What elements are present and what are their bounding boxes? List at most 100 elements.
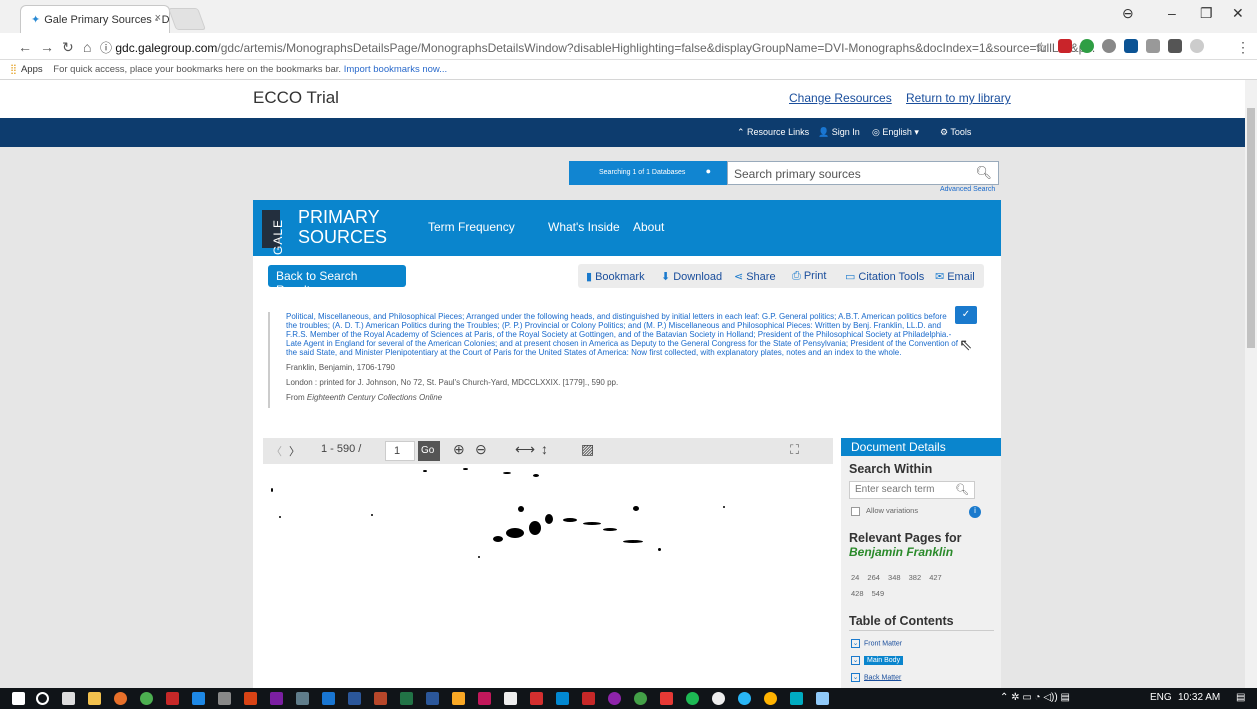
go-button[interactable]: Go	[418, 441, 440, 461]
notifications-icon[interactable]: ▤	[1236, 692, 1245, 703]
search-input[interactable]: Search primary sources 🔍︎	[727, 161, 999, 185]
return-library-link[interactable]: Return to my library	[906, 91, 1011, 105]
clock[interactable]: 10:32 AM	[1178, 692, 1220, 703]
skype-icon[interactable]	[790, 692, 803, 705]
fit-height-icon[interactable]: ↕	[541, 441, 548, 457]
sign-in-link[interactable]: 👤 Sign In	[818, 127, 860, 138]
start-icon[interactable]	[12, 692, 25, 705]
scrollbar-thumb[interactable]	[1247, 108, 1255, 348]
restore-icon[interactable]: ❐	[1200, 5, 1213, 22]
app-icon[interactable]	[452, 692, 465, 705]
app-icon[interactable]	[608, 692, 621, 705]
app-icon[interactable]	[556, 692, 569, 705]
back-to-results-button[interactable]: Back to Search Results	[268, 265, 406, 297]
pdf-extension-icon[interactable]	[1058, 39, 1072, 53]
app-icon[interactable]	[712, 692, 725, 705]
app-icon[interactable]	[816, 692, 829, 705]
citation-tools-button[interactable]: ▭ Citation Tools	[845, 270, 924, 283]
extension-icon[interactable]	[1168, 39, 1182, 53]
bookmark-button[interactable]: ▮ Bookmark	[586, 270, 645, 283]
app-icon[interactable]	[296, 692, 309, 705]
language-indicator[interactable]: ENG	[1150, 692, 1172, 703]
new-tab-button[interactable]	[167, 8, 207, 30]
page-number-input[interactable]: 1	[385, 441, 415, 461]
download-button[interactable]: ⬇ Download	[661, 270, 722, 283]
document-title[interactable]: Political, Miscellaneous, and Philosophi…	[286, 312, 958, 357]
task-view-icon[interactable]	[62, 692, 75, 705]
address-bar[interactable]: ⓘ gdc.galegroup.com/gdc/artemis/Monograp…	[100, 37, 1130, 57]
home-icon[interactable]: ⌂	[83, 39, 91, 55]
powerpoint-icon[interactable]	[374, 692, 387, 705]
extension-icon[interactable]	[1102, 39, 1116, 53]
relevant-page-links[interactable]: 24 264 348 382 427	[851, 573, 942, 582]
word-icon[interactable]	[426, 692, 439, 705]
toc-item-back-matter[interactable]: ⌄ Back Matter	[851, 673, 901, 682]
chrome-icon[interactable]	[140, 692, 153, 705]
spotify-icon[interactable]	[686, 692, 699, 705]
tools-menu[interactable]: ⚙ Tools	[940, 127, 971, 138]
next-page-icon[interactable]: 〉	[289, 443, 300, 459]
close-window-icon[interactable]: ✕	[1232, 5, 1244, 22]
zoom-out-icon[interactable]: ⊖	[475, 441, 487, 458]
app-icon[interactable]	[634, 692, 647, 705]
excel-icon[interactable]	[400, 692, 413, 705]
toc-item-front-matter[interactable]: ⌄ Front Matter	[851, 639, 902, 648]
app-icon[interactable]	[166, 692, 179, 705]
toc-item-main-body[interactable]: ⌄ Main Body	[851, 656, 904, 666]
change-resources-link[interactable]: Change Resources	[789, 91, 892, 105]
extension-icon[interactable]	[1146, 39, 1160, 53]
word-icon[interactable]	[348, 692, 361, 705]
apps-shortcut[interactable]: ⣿ Apps	[10, 64, 43, 75]
info-icon[interactable]: i	[969, 506, 981, 518]
onenote-icon[interactable]	[270, 692, 283, 705]
app-icon[interactable]	[764, 692, 777, 705]
search-icon[interactable]: 🔍︎	[955, 483, 969, 496]
allow-variations-checkbox[interactable]: Allow variations	[851, 506, 918, 516]
import-bookmarks-link[interactable]: Import bookmarks now...	[344, 64, 447, 75]
relevant-page-links[interactable]: 428 549	[851, 589, 884, 598]
email-button[interactable]: ✉ Email	[935, 270, 975, 283]
fit-width-icon[interactable]: ⟷	[515, 441, 535, 458]
database-selector[interactable]: Searching 1 of 1 Databases ●	[569, 161, 727, 185]
app-icon[interactable]	[244, 692, 257, 705]
extension-icon[interactable]	[1190, 39, 1204, 53]
forward-arrow-icon[interactable]: →	[40, 39, 54, 55]
app-icon[interactable]	[738, 692, 751, 705]
prev-page-icon[interactable]: 〈	[271, 443, 282, 459]
reload-icon[interactable]: ↻	[62, 39, 74, 56]
folder-check-icon[interactable]: ✓	[955, 306, 977, 324]
star-bookmark-icon[interactable]: ☆	[1035, 39, 1048, 56]
check-extension-icon[interactable]	[1080, 39, 1094, 53]
close-tab-icon[interactable]: ×	[155, 12, 161, 24]
menu-dots-icon[interactable]: ⋮	[1236, 39, 1250, 56]
drive-extension-icon[interactable]	[1124, 39, 1138, 53]
system-tray[interactable]: ⌃ ✲ ▭ ◔ ◁)) ▤	[1000, 692, 1070, 703]
app-icon[interactable]	[218, 692, 231, 705]
app-icon[interactable]	[582, 692, 595, 705]
resource-links-menu[interactable]: ⌃ Resource Links	[737, 127, 809, 138]
browser-tab[interactable]: ✦ Gale Primary Sources - D ×	[20, 5, 170, 33]
profile-icon[interactable]: ⊖	[1122, 5, 1134, 22]
app-icon[interactable]	[322, 692, 335, 705]
search-icon[interactable]: 🔍︎	[975, 165, 992, 181]
about-link[interactable]: About	[633, 220, 664, 234]
filezilla-icon[interactable]	[660, 692, 673, 705]
info-icon[interactable]: ⓘ	[100, 41, 115, 55]
search-within-input[interactable]: Enter search term 🔍︎	[849, 481, 975, 499]
primary-sources-logo[interactable]: PRIMARY SOURCES	[298, 207, 387, 247]
firefox-icon[interactable]	[114, 692, 127, 705]
image-icon[interactable]: ▨	[581, 441, 594, 458]
whats-inside-link[interactable]: What's Inside	[548, 220, 620, 234]
share-button[interactable]: ⋖ Share	[734, 270, 776, 283]
document-details-header[interactable]: Document Details	[841, 438, 1001, 456]
zoom-in-icon[interactable]: ⊕	[453, 441, 465, 458]
app-icon[interactable]	[504, 692, 517, 705]
fullscreen-icon[interactable]: ⛶	[790, 442, 799, 458]
app-icon[interactable]	[478, 692, 491, 705]
back-arrow-icon[interactable]: ←	[18, 39, 32, 55]
print-button[interactable]: ⎙ Print	[792, 270, 826, 283]
minimize-icon[interactable]: –	[1168, 5, 1176, 21]
language-menu[interactable]: ◎ English ▾	[872, 127, 919, 138]
file-explorer-icon[interactable]	[88, 692, 101, 705]
acrobat-icon[interactable]	[530, 692, 543, 705]
